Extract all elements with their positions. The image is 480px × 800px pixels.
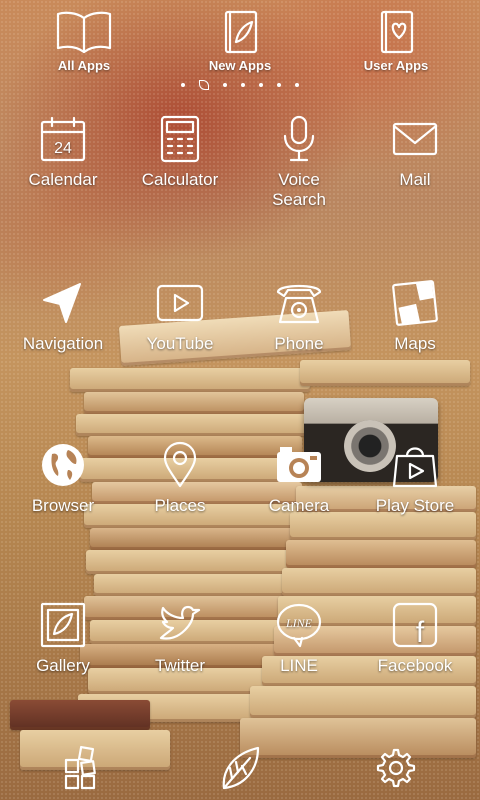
app-label: Places [154, 496, 206, 515]
page-dot-current-leaf [199, 80, 209, 90]
bottom-dock [0, 740, 480, 800]
app-label: Calculator [141, 170, 219, 189]
globe-icon [42, 444, 84, 486]
app-twitter[interactable]: Twitter [121, 600, 239, 676]
page-dot [181, 83, 185, 87]
map-icon [392, 280, 438, 326]
app-browser[interactable]: Browser [4, 440, 122, 516]
app-drawer-tabs: All Apps New Apps User Apps [0, 0, 480, 90]
app-label: Maps [394, 334, 436, 353]
tab-user-apps[interactable]: User Apps [341, 8, 451, 73]
app-navigation[interactable]: Navigation [4, 278, 122, 354]
app-maps[interactable]: Maps [356, 278, 474, 354]
app-phone[interactable]: Phone [240, 278, 358, 354]
calendar-day: 24 [54, 140, 72, 157]
app-label: Navigation [22, 334, 104, 353]
app-voice-search[interactable]: Voice Search [240, 114, 358, 210]
app-play-store[interactable]: Play Store [356, 440, 474, 516]
app-mail[interactable]: Mail [356, 114, 474, 190]
app-label: Play Store [375, 496, 455, 515]
app-label: Camera [268, 496, 330, 515]
app-grid-icon[interactable] [60, 744, 108, 792]
app-label: Mail [399, 170, 431, 189]
app-label: Voice Search [272, 170, 326, 209]
app-places[interactable]: Places [121, 440, 239, 516]
tab-new-apps[interactable]: New Apps [185, 8, 295, 73]
envelope-icon [392, 122, 438, 156]
page-indicator [0, 80, 480, 90]
location-pin-icon [163, 441, 197, 488]
app-calculator[interactable]: Calculator [121, 114, 239, 190]
leaf-icon[interactable] [216, 744, 264, 792]
page-dot [241, 83, 245, 87]
app-gallery[interactable]: Gallery [4, 600, 122, 676]
app-label: YouTube [146, 334, 214, 353]
app-camera[interactable]: Camera [240, 440, 358, 516]
facebook-icon: f [392, 602, 438, 649]
app-calendar[interactable]: 24 Calendar [4, 114, 122, 190]
page-dot [295, 83, 299, 87]
app-label: Facebook [377, 656, 453, 675]
microphone-icon [283, 115, 315, 162]
page-dot [277, 83, 281, 87]
app-label: Browser [31, 496, 95, 515]
app-label: Calendar [28, 170, 98, 189]
tab-label: All Apps [57, 58, 111, 73]
app-label: LINE [280, 656, 318, 675]
settings-gear-icon[interactable] [370, 744, 418, 792]
app-label: Gallery [36, 656, 90, 675]
bird-icon [159, 605, 201, 640]
camera-icon [277, 447, 321, 482]
line-bubble-text: LINE [285, 616, 313, 630]
app-facebook[interactable]: f Facebook [356, 600, 474, 676]
calendar-icon: 24 [40, 116, 86, 162]
play-button-icon [156, 284, 204, 322]
page-dot [259, 83, 263, 87]
app-label: Twitter [154, 656, 206, 675]
heart-book-icon [380, 10, 414, 54]
line-bubble-icon: LINE [276, 603, 322, 648]
page-dot [223, 83, 227, 87]
tab-label: New Apps [208, 58, 272, 73]
open-book-icon [56, 11, 112, 54]
tab-all-apps[interactable]: All Apps [29, 8, 139, 73]
rotary-phone-icon [276, 284, 322, 324]
app-label: Phone [274, 334, 324, 353]
picture-frame-icon [40, 602, 86, 648]
tab-label: User Apps [363, 58, 429, 73]
shopping-bag-play-icon [392, 447, 438, 488]
app-line[interactable]: LINE LINE [240, 600, 358, 676]
calculator-icon [160, 115, 200, 163]
leaf-book-icon [224, 10, 258, 54]
navigation-arrow-icon [43, 283, 81, 323]
facebook-letter: f [416, 616, 425, 649]
app-youtube[interactable]: YouTube [121, 278, 239, 354]
